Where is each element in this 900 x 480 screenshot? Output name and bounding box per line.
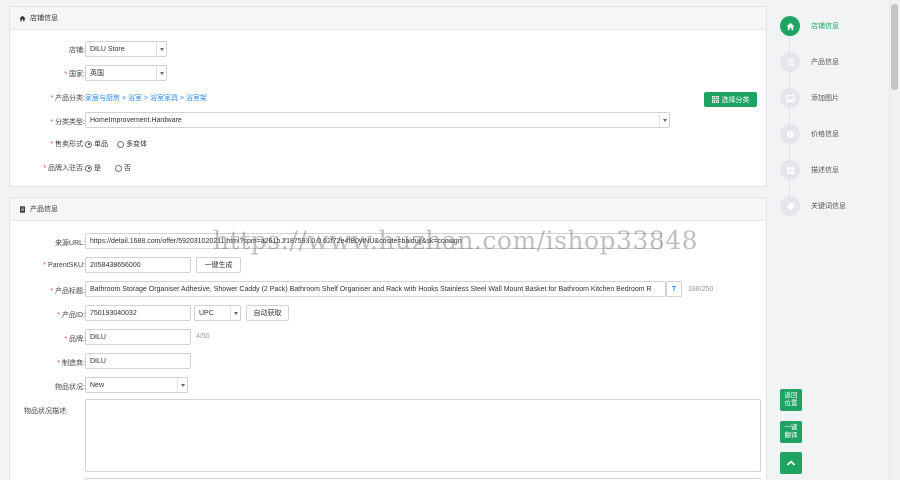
scroll-top-button[interactable]: [780, 452, 802, 474]
manufacturer-label: * 制造商:: [57, 360, 85, 367]
product-title-input[interactable]: Bathroom Storage Organiser Adhesive, Sho…: [85, 281, 666, 297]
product-info-header: 产品信息: [10, 198, 766, 221]
generate-sku-button[interactable]: 一键生成: [196, 257, 241, 273]
radio-unchecked-icon: [117, 140, 124, 148]
chevron-up-icon: [786, 460, 796, 466]
product-info-title: 产品信息: [30, 206, 58, 213]
home-icon: [785, 22, 795, 30]
nav-keyword-info[interactable]: 关键词信息: [780, 196, 846, 216]
radio-unchecked-icon: [115, 164, 122, 172]
auto-fetch-button[interactable]: 自动获取: [246, 305, 289, 321]
choose-category-button[interactable]: 选择分类: [704, 92, 757, 107]
radio-checked-icon: [85, 164, 92, 172]
brand-char-count: 4/50: [196, 333, 210, 340]
nav-label: 描述信息: [811, 167, 839, 174]
text-format-button[interactable]: T: [666, 281, 682, 297]
category-path-link[interactable]: 家居与厨房 > 浴室 > 浴室家具 > 浴室架: [85, 93, 207, 103]
store-value: DILU Store: [90, 45, 125, 53]
chevron-down-icon: [156, 66, 166, 80]
nav-description-info[interactable]: 描述信息: [780, 160, 839, 180]
product-info-panel: 产品信息 来源URL: https://detail.1688.com/offe…: [9, 197, 767, 480]
one-click-translate-button[interactable]: 一键 翻译: [780, 421, 802, 443]
nav-product-info[interactable]: 产品信息: [780, 52, 839, 72]
nav-label: 添加图片: [811, 95, 839, 102]
chevron-down-icon: [177, 378, 187, 392]
product-id-label: * 产品ID:: [57, 312, 85, 319]
condition-desc-textarea[interactable]: [85, 399, 761, 472]
manufacturer-input[interactable]: DILU: [85, 353, 191, 369]
condition-select[interactable]: New: [85, 377, 188, 393]
sale-form-label: * 售卖形式:: [50, 141, 85, 148]
nav-price-info[interactable]: 价格信息: [780, 124, 839, 144]
title-char-count: 188/250: [688, 286, 714, 293]
parent-sku-label: * ParentSKU:: [43, 262, 85, 269]
info-icon: [786, 130, 794, 138]
tag-icon: [786, 202, 794, 210]
grid-icon: [711, 96, 719, 103]
translate-button-label: 一键 翻译: [784, 424, 798, 439]
nav-store-info[interactable]: 店铺信息: [780, 16, 839, 36]
sale-form-variant-radio[interactable]: 多变体: [117, 139, 147, 149]
nav-add-images[interactable]: 添加图片: [780, 88, 839, 108]
home-icon: [19, 15, 26, 21]
chevron-down-icon: [230, 306, 240, 320]
store-label: 店铺:: [69, 47, 85, 54]
parent-sku-input[interactable]: 2II58438656000: [85, 257, 191, 273]
brand-no-radio[interactable]: 否: [115, 163, 131, 173]
country-select[interactable]: 英国: [85, 65, 167, 81]
brand-input[interactable]: DILU: [85, 329, 191, 345]
category-type-select[interactable]: HomeImprovement.Hardware: [85, 112, 670, 128]
country-label: * 国家:: [64, 71, 85, 78]
condition-label: 物品状况:: [55, 384, 85, 391]
source-url-label: 来源URL:: [55, 240, 85, 247]
source-url-input[interactable]: https://detail.1688.com/offer/5920310202…: [85, 233, 662, 249]
chevron-down-icon: [156, 42, 166, 56]
store-select[interactable]: DILU Store: [85, 41, 167, 57]
nav-label: 关键词信息: [811, 203, 846, 210]
product-title-label: * 产品标题:: [50, 288, 85, 295]
image-icon: [785, 94, 795, 102]
category-type-label: * 分类类型:: [50, 119, 85, 126]
nav-label: 价格信息: [811, 131, 839, 138]
radio-checked-icon: [85, 140, 92, 148]
brand-yes-radio[interactable]: 是: [85, 163, 101, 173]
category-type-value: HomeImprovement.Hardware: [90, 116, 182, 124]
country-value: 英国: [90, 70, 104, 77]
nav-label: 店铺信息: [811, 23, 839, 30]
grid-icon: [786, 166, 794, 174]
store-info-header: 店铺信息: [10, 7, 766, 30]
document-icon: [20, 205, 25, 213]
back-to-position-button[interactable]: 返回 位置: [780, 389, 802, 411]
sale-form-single-radio[interactable]: 单品: [85, 139, 108, 149]
brand-registered-label: * 品牌入驻否:: [43, 165, 85, 172]
nav-label: 产品信息: [811, 59, 839, 66]
brand-label: * 品牌:: [64, 336, 85, 343]
condition-desc-label: 物品状况描述:: [24, 408, 68, 415]
store-info-title: 店铺信息: [30, 15, 58, 22]
product-id-input[interactable]: 750193040032: [85, 305, 191, 321]
scrollbar-thumb[interactable]: [891, 4, 898, 90]
list-icon: [786, 58, 794, 66]
id-type-select[interactable]: UPC: [194, 305, 241, 321]
back-button-label: 返回 位置: [784, 392, 798, 407]
chevron-down-icon: [659, 113, 669, 127]
category-label: * 产品分类:: [50, 95, 85, 102]
store-info-panel: 店铺信息 店铺: DILU Store * 国家: 英国 * 产品分类: 家居与厨房…: [9, 6, 767, 187]
